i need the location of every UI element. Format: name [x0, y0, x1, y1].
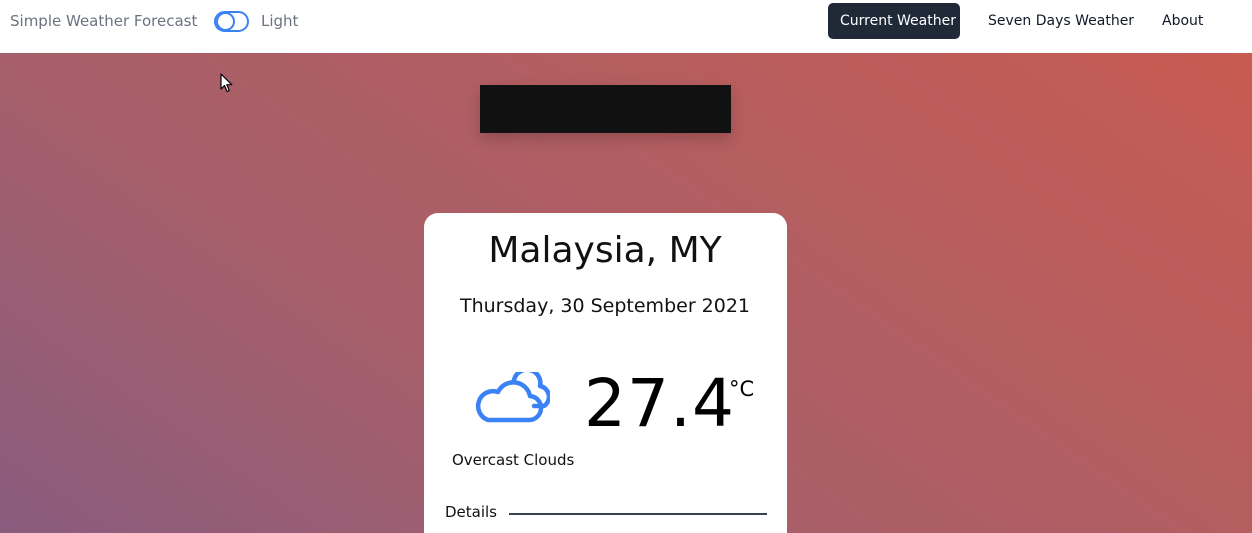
toggle-knob — [216, 12, 235, 31]
forecast-date: Thursday, 30 September 2021 — [459, 295, 751, 317]
app-title: Simple Weather Forecast — [10, 12, 198, 30]
mouse-pointer-icon — [220, 73, 233, 93]
location-title: Malaysia, MY — [488, 230, 722, 271]
details-section-label: Details — [445, 503, 498, 521]
nav-about[interactable]: About — [1150, 3, 1215, 39]
theme-toggle[interactable] — [214, 11, 249, 32]
nav-seven-days-weather[interactable]: Seven Days Weather — [976, 3, 1146, 39]
temperature-unit: °C — [729, 377, 755, 401]
theme-toggle-label: Light — [261, 12, 299, 30]
text-caret — [480, 85, 731, 133]
nav-current-weather[interactable]: Current Weather — [828, 3, 960, 39]
temperature-value: 27.4 — [584, 365, 735, 442]
top-navigation-bar: Simple Weather Forecast Light Current We… — [0, 0, 1252, 53]
details-divider — [509, 513, 767, 515]
search-icon[interactable] — [696, 98, 718, 120]
weather-condition: Overcast Clouds — [452, 451, 575, 469]
cloud-icon — [475, 372, 550, 423]
